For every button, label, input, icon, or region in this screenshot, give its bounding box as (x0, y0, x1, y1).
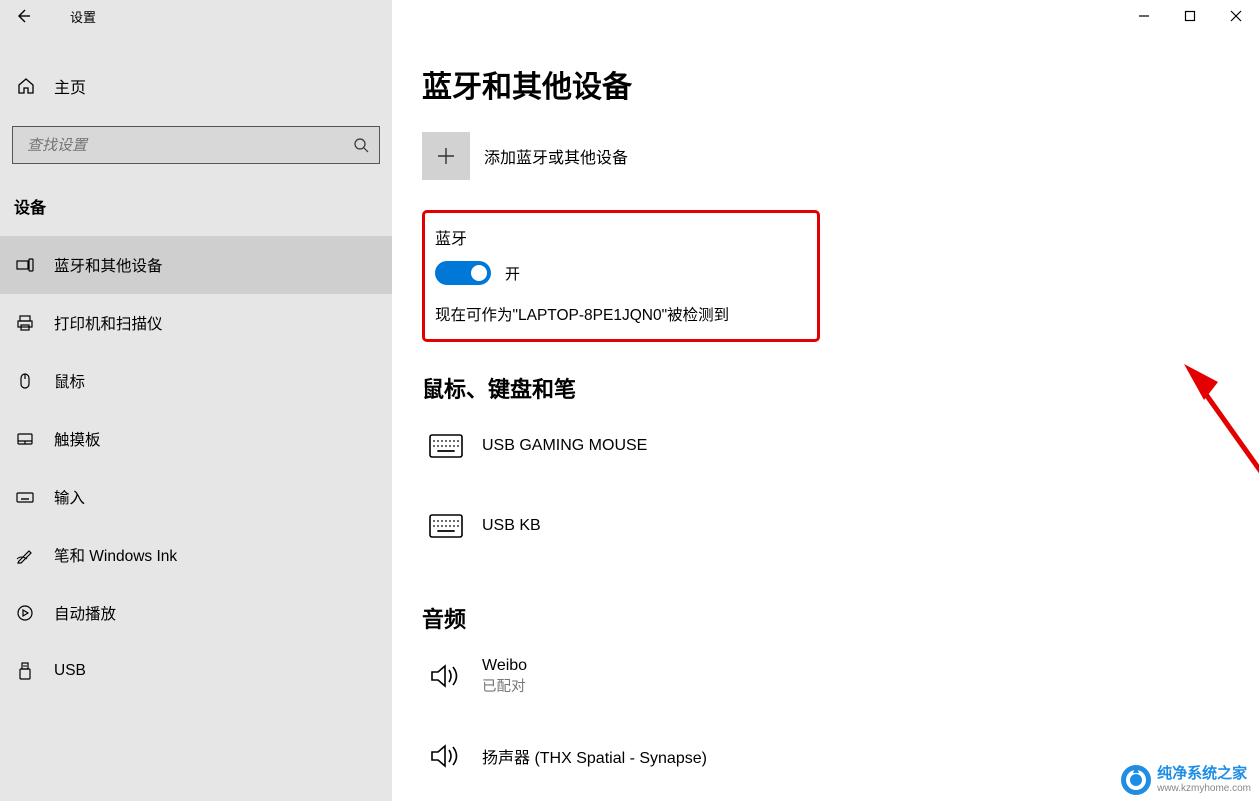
sidebar-item-label: 蓝牙和其他设备 (54, 254, 163, 276)
search-icon (351, 137, 371, 153)
sidebar-item-pen[interactable]: 笔和 Windows Ink (0, 526, 392, 584)
sidebar-category: 设备 (0, 184, 392, 236)
main-layout: 主页 设备 蓝牙和其他设备 打印机和扫描仪 鼠标 (0, 32, 1259, 801)
watermark: 纯净系统之家 www.kzmyhome.com (1119, 763, 1251, 797)
sidebar-item-label: 鼠标 (54, 370, 85, 392)
sidebar-item-printers[interactable]: 打印机和扫描仪 (0, 294, 392, 352)
device-item-speaker[interactable]: 扬声器 (THX Spatial - Synapse) (422, 732, 1229, 780)
device-name: USB KB (482, 517, 541, 535)
add-device-label: 添加蓝牙或其他设备 (484, 144, 628, 168)
pen-icon (14, 544, 36, 566)
window-title: 设置 (70, 7, 96, 26)
watermark-logo-icon (1119, 763, 1153, 797)
bluetooth-discover-text: 现在可作为"LAPTOP-8PE1JQN0"被检测到 (435, 303, 807, 325)
sidebar-item-label: 输入 (54, 486, 85, 508)
device-name: Weibo (482, 657, 527, 675)
sidebar-item-label: 打印机和扫描仪 (54, 312, 163, 334)
device-info: Weibo 已配对 (482, 657, 527, 696)
bluetooth-section-title: 蓝牙 (435, 225, 807, 249)
devices-icon (14, 254, 36, 276)
sidebar-item-label: 笔和 Windows Ink (54, 544, 177, 566)
close-button[interactable] (1213, 0, 1259, 32)
device-item-keyboard[interactable]: USB KB (422, 502, 1229, 550)
home-icon (16, 76, 36, 96)
toggle-knob (471, 265, 487, 281)
minimize-icon (1138, 10, 1150, 22)
back-button[interactable] (0, 0, 45, 32)
printer-icon (14, 312, 36, 334)
add-device-button[interactable]: 添加蓝牙或其他设备 (422, 132, 1229, 180)
peripherals-header: 鼠标、键盘和笔 (422, 372, 1229, 404)
search-input[interactable] (27, 137, 351, 154)
maximize-icon (1184, 10, 1196, 22)
titlebar-left: 设置 (0, 0, 392, 32)
sidebar-item-bluetooth[interactable]: 蓝牙和其他设备 (0, 236, 392, 294)
back-arrow-icon (14, 7, 32, 25)
device-item-mouse[interactable]: USB GAMING MOUSE (422, 422, 1229, 470)
window-controls (1121, 0, 1259, 32)
sidebar-item-mouse[interactable]: 鼠标 (0, 352, 392, 410)
titlebar: 设置 (0, 0, 1259, 32)
mouse-icon (14, 370, 36, 392)
device-info: USB GAMING MOUSE (482, 437, 647, 455)
watermark-url: www.kzmyhome.com (1157, 783, 1251, 794)
content: 蓝牙和其他设备 添加蓝牙或其他设备 蓝牙 开 现在可作为"LAPTOP-8PE1… (392, 32, 1259, 801)
sidebar-item-label: USB (54, 662, 86, 680)
keyboard-icon (14, 486, 36, 508)
sidebar-home-label: 主页 (54, 74, 86, 98)
page-title: 蓝牙和其他设备 (422, 62, 1229, 106)
sidebar-item-touchpad[interactable]: 触摸板 (0, 410, 392, 468)
keyboard-device-icon (422, 502, 470, 550)
sidebar-home[interactable]: 主页 (0, 60, 392, 112)
autoplay-icon (14, 602, 36, 624)
sidebar-item-typing[interactable]: 输入 (0, 468, 392, 526)
sidebar: 主页 设备 蓝牙和其他设备 打印机和扫描仪 鼠标 (0, 32, 392, 801)
device-item-weibo[interactable]: Weibo 已配对 (422, 652, 1229, 700)
sidebar-item-label: 自动播放 (54, 602, 116, 624)
audio-header: 音频 (422, 602, 1229, 634)
watermark-text: 纯净系统之家 www.kzmyhome.com (1157, 766, 1251, 794)
keyboard-device-icon (422, 422, 470, 470)
plus-icon (422, 132, 470, 180)
touchpad-icon (14, 428, 36, 450)
usb-icon (14, 660, 36, 682)
device-status: 已配对 (482, 675, 527, 696)
bluetooth-toggle[interactable] (435, 261, 491, 285)
bluetooth-toggle-row: 开 (435, 261, 807, 285)
search-box[interactable] (12, 126, 380, 164)
speaker-icon (422, 652, 470, 700)
device-info: 扬声器 (THX Spatial - Synapse) (482, 744, 707, 768)
sidebar-item-autoplay[interactable]: 自动播放 (0, 584, 392, 642)
sidebar-item-usb[interactable]: USB (0, 642, 392, 700)
bluetooth-toggle-label: 开 (505, 263, 520, 284)
close-icon (1230, 10, 1242, 22)
device-name: 扬声器 (THX Spatial - Synapse) (482, 744, 707, 768)
speaker-icon (422, 732, 470, 780)
maximize-button[interactable] (1167, 0, 1213, 32)
watermark-title: 纯净系统之家 (1157, 766, 1251, 783)
device-info: USB KB (482, 517, 541, 535)
bluetooth-highlight-box: 蓝牙 开 现在可作为"LAPTOP-8PE1JQN0"被检测到 (422, 210, 820, 342)
device-name: USB GAMING MOUSE (482, 437, 647, 455)
sidebar-item-label: 触摸板 (54, 428, 101, 450)
minimize-button[interactable] (1121, 0, 1167, 32)
